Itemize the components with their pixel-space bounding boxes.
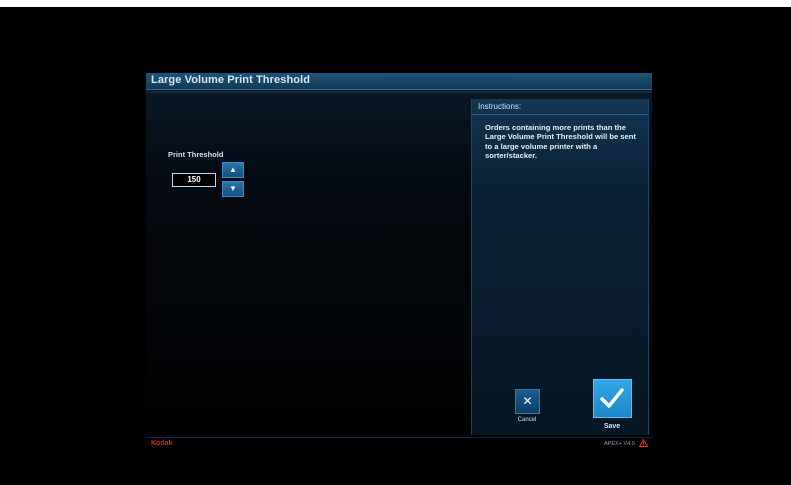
print-threshold-label: Print Threshold — [168, 150, 224, 159]
screen: Large Volume Print Threshold Print Thres… — [0, 0, 791, 485]
instructions-header: Instructions: — [478, 102, 522, 111]
instructions-text: Orders containing more prints than the L… — [485, 123, 636, 161]
save-label: Save — [603, 423, 621, 430]
increase-threshold-button[interactable]: ▲ — [222, 162, 244, 178]
window-title: Large Volume Print Threshold — [151, 74, 311, 86]
print-threshold-input[interactable]: 150 — [172, 173, 216, 187]
instructions-divider — [472, 114, 648, 115]
arrow-up-icon: ▲ — [229, 165, 237, 174]
settings-window: Large Volume Print Threshold Print Thres… — [146, 73, 652, 437]
footer-divider — [146, 437, 652, 438]
arrow-down-icon: ▼ — [229, 184, 237, 193]
decrease-threshold-button[interactable]: ▼ — [222, 181, 244, 197]
instructions-panel: Instructions: Orders containing more pri… — [471, 99, 649, 435]
top-strip — [0, 0, 791, 7]
save-button[interactable] — [593, 379, 632, 418]
version-label: APEX+ V4.0 — [604, 441, 635, 447]
title-divider — [146, 91, 652, 93]
warning-icon[interactable] — [639, 439, 648, 447]
brand-logo: Kodak — [151, 440, 173, 447]
settings-pane: Print Threshold 150 ▲ ▼ — [146, 95, 468, 435]
checkmark-icon — [600, 388, 624, 408]
cancel-label: Cancel — [517, 417, 537, 423]
title-bar: Large Volume Print Threshold — [146, 73, 652, 90]
close-icon: ✕ — [522, 394, 533, 408]
cancel-button[interactable]: ✕ — [515, 389, 540, 414]
